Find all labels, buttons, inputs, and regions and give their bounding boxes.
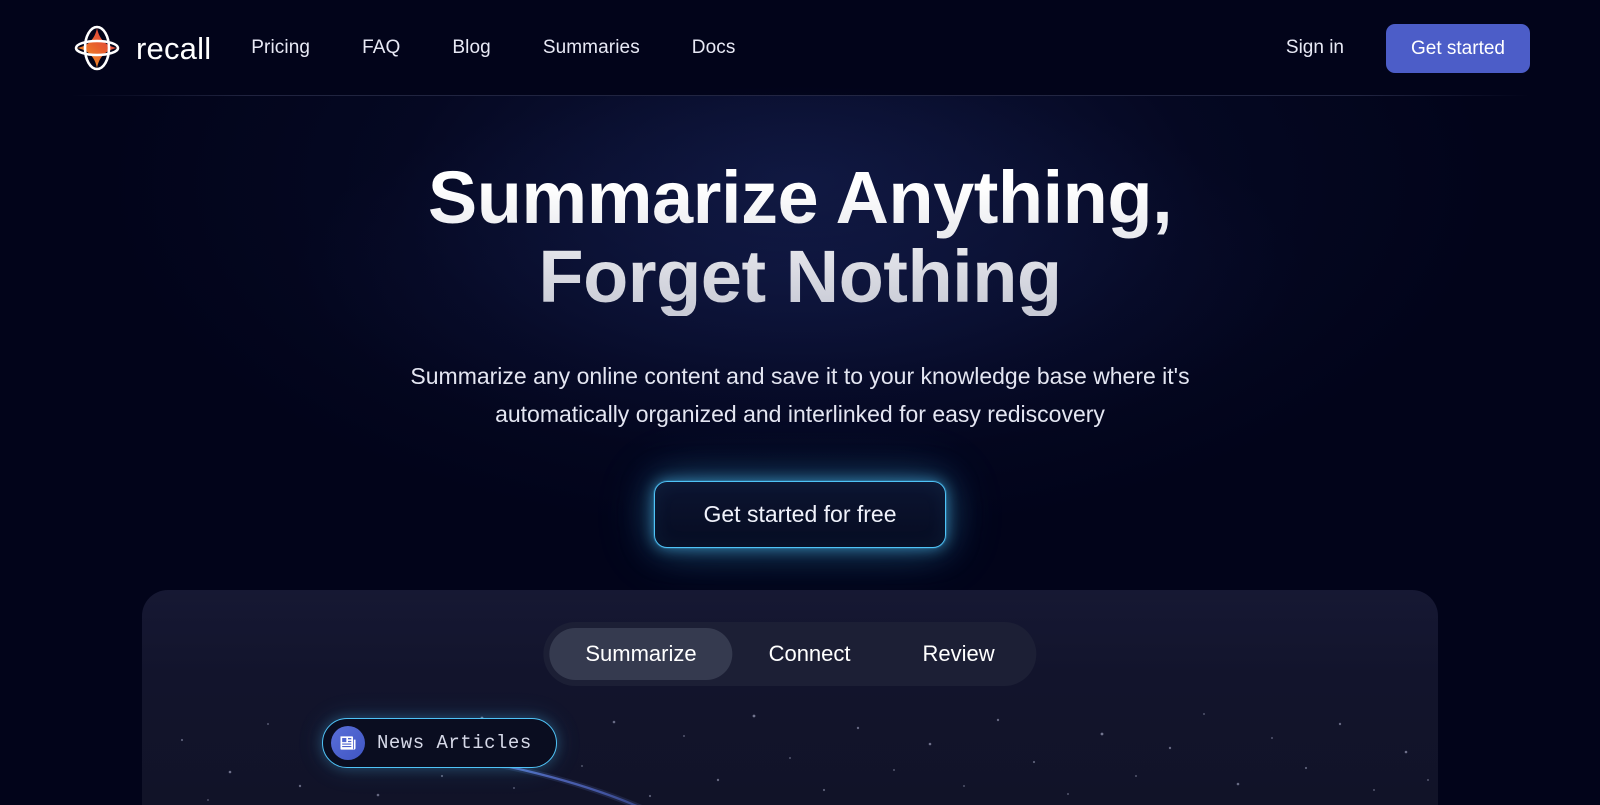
nav-item-summaries[interactable]: Summaries (543, 37, 640, 59)
cta-container: Get started for free (0, 480, 1600, 548)
tab-summarize[interactable]: Summarize (549, 628, 733, 680)
hero-section: Summarize Anything, Forget Nothing Summa… (0, 96, 1600, 548)
headline-line-2: Forget Nothing (538, 235, 1062, 319)
header-actions: Sign in Get started (1286, 23, 1530, 73)
newspaper-icon (331, 726, 365, 760)
brand-name: recall (136, 30, 212, 66)
header-divider (70, 95, 1530, 96)
showcase-tabs: Summarize Connect Review (543, 622, 1037, 686)
subtitle-line-1: Summarize any online content and save it… (410, 363, 1190, 390)
sign-in-link[interactable]: Sign in (1286, 37, 1344, 59)
subtitle-line-2: automatically organized and interlinked … (495, 400, 1105, 427)
recall-star-logo-icon (74, 25, 120, 71)
source-chip-label: News Articles (377, 732, 532, 754)
nav-item-faq[interactable]: FAQ (362, 37, 400, 59)
page-title: Summarize Anything, Forget Nothing (0, 158, 1600, 316)
landing-page: recall Pricing FAQ Blog Summaries Docs S… (0, 0, 1600, 805)
tab-review[interactable]: Review (887, 628, 1031, 680)
source-chip-news-articles[interactable]: News Articles (322, 718, 557, 768)
site-header: recall Pricing FAQ Blog Summaries Docs S… (0, 0, 1600, 96)
nav-item-docs[interactable]: Docs (692, 37, 736, 59)
showcase-panel: Summarize Connect Review News Articles (142, 590, 1438, 805)
headline-line-1: Summarize Anything, (427, 156, 1173, 239)
main-navigation: Pricing FAQ Blog Summaries Docs (251, 37, 735, 59)
brand-logo-link[interactable]: recall (70, 21, 211, 75)
get-started-for-free-button[interactable]: Get started for free (654, 480, 946, 548)
tab-connect[interactable]: Connect (733, 628, 887, 680)
nav-item-blog[interactable]: Blog (452, 37, 490, 59)
hero-subtitle: Summarize any online content and save it… (300, 358, 1300, 433)
get-started-button[interactable]: Get started (1386, 23, 1530, 73)
nav-item-pricing[interactable]: Pricing (251, 37, 310, 59)
